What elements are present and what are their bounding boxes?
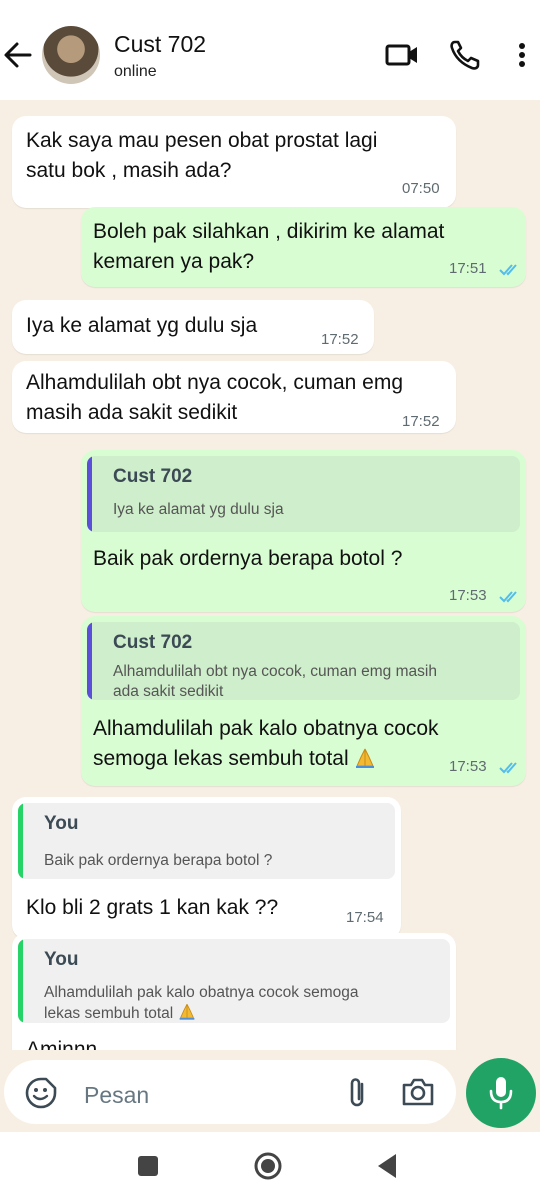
home-icon[interactable] xyxy=(252,1150,284,1182)
message-text: Iya ke alamat yg dulu sja xyxy=(26,314,258,337)
sticker-icon[interactable] xyxy=(24,1076,58,1110)
voice-call-icon[interactable] xyxy=(448,38,484,72)
read-ticks-icon xyxy=(499,762,517,774)
message-bubble[interactable]: You Alhamdulilah pak kalo obatnya cocok … xyxy=(12,933,456,1050)
quote-text: Alhamdulilah obt nya cocok, cuman emg ma… xyxy=(113,663,437,700)
message-bubble[interactable]: Alhamdulilah obt nya cocok, cuman emg ma… xyxy=(12,361,456,433)
input-placeholder: Pesan xyxy=(84,1082,150,1108)
back-arrow-icon[interactable] xyxy=(2,38,34,72)
message-time: 07:50 xyxy=(402,180,440,197)
microphone-icon xyxy=(489,1077,513,1110)
quoted-message[interactable]: You Alhamdulilah pak kalo obatnya cocok … xyxy=(18,939,450,1023)
message-bubble[interactable]: Cust 702 Alhamdulilah obt nya cocok, cum… xyxy=(81,616,526,786)
message-text: Boleh pak silahkan , dikirim ke alamat k… xyxy=(93,220,445,273)
read-ticks-icon xyxy=(499,264,517,276)
voice-message-button[interactable] xyxy=(466,1058,536,1128)
quoted-message[interactable]: Cust 702 Iya ke alamat yg dulu sja xyxy=(87,456,520,532)
attachment-icon[interactable] xyxy=(342,1076,372,1110)
more-options-icon[interactable] xyxy=(512,38,532,72)
quote-bar xyxy=(87,622,92,700)
quoted-message[interactable]: You Baik pak ordernya berapa botol ? xyxy=(18,803,395,879)
read-ticks-icon xyxy=(499,591,517,603)
message-text: Aminnn xyxy=(26,1038,98,1050)
message-time: 17:53 xyxy=(449,587,487,604)
chat-area[interactable]: Kak saya mau pesen obat prostat lagi sat… xyxy=(0,100,540,1050)
message-text: Baik pak ordernya berapa botol ? xyxy=(93,547,403,570)
message-text: Kak saya mau pesen obat prostat lagi sat… xyxy=(26,129,378,182)
message-bubble[interactable]: You Baik pak ordernya berapa botol ? Klo… xyxy=(12,797,401,939)
quote-author: You xyxy=(44,813,79,834)
quote-bar xyxy=(18,803,23,879)
quote-text: Alhamdulilah pak kalo obatnya cocok semo… xyxy=(44,984,359,1022)
quote-author: You xyxy=(44,949,79,970)
message-bubble[interactable]: Cust 702 Iya ke alamat yg dulu sja Baik … xyxy=(81,450,526,612)
quote-author: Cust 702 xyxy=(113,466,193,487)
contact-name[interactable]: Cust 702 xyxy=(114,31,206,58)
message-time: 17:53 xyxy=(449,758,487,775)
message-text: Alhamdulilah pak kalo obatnya cocok semo… xyxy=(93,717,439,770)
message-input[interactable]: Pesan xyxy=(4,1060,456,1124)
quote-text: Baik pak ordernya berapa botol ? xyxy=(44,852,273,869)
message-time: 17:52 xyxy=(402,413,440,430)
back-nav-icon[interactable] xyxy=(374,1152,400,1180)
quoted-message[interactable]: Cust 702 Alhamdulilah obt nya cocok, cum… xyxy=(87,622,520,700)
quote-bar xyxy=(18,939,23,1023)
avatar[interactable] xyxy=(42,26,100,84)
quote-text: Iya ke alamat yg dulu sja xyxy=(113,501,284,518)
quote-bar xyxy=(87,456,92,532)
chat-header: Cust 702 online xyxy=(0,0,540,100)
camera-icon[interactable] xyxy=(400,1074,436,1110)
folded-hands-emoji-icon xyxy=(179,1003,194,1020)
system-navigation-bar xyxy=(0,1132,540,1200)
video-call-icon[interactable] xyxy=(384,38,420,72)
quote-author: Cust 702 xyxy=(113,632,193,653)
folded-hands-emoji-icon xyxy=(356,748,375,768)
message-text: Alhamdulilah obt nya cocok, cuman emg ma… xyxy=(26,371,404,424)
message-time: 17:54 xyxy=(346,909,384,926)
message-time: 17:52 xyxy=(321,331,359,348)
contact-status: online xyxy=(114,63,157,80)
message-bubble[interactable]: Iya ke alamat yg dulu sja 17:52 xyxy=(12,300,374,354)
message-bubble[interactable]: Boleh pak silahkan , dikirim ke alamat k… xyxy=(81,207,526,287)
message-input-bar: Pesan xyxy=(0,1050,540,1132)
message-bubble[interactable]: Kak saya mau pesen obat prostat lagi sat… xyxy=(12,116,456,208)
message-time: 17:51 xyxy=(449,260,487,277)
recents-icon[interactable] xyxy=(136,1154,160,1178)
message-text: Klo bli 2 grats 1 kan kak ?? xyxy=(26,896,279,919)
